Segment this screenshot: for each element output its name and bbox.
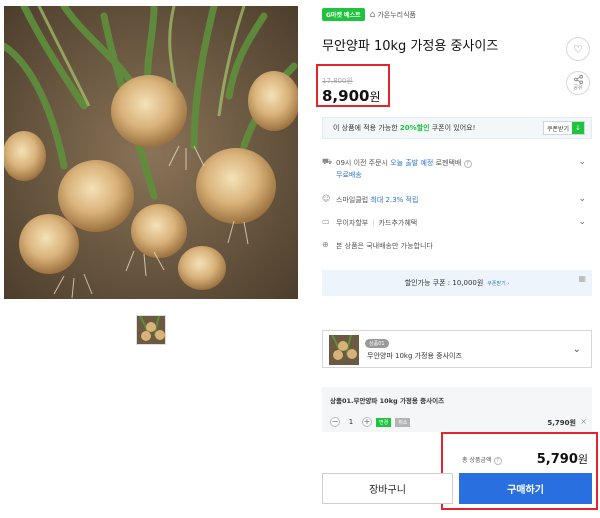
total-label: 총 상품금액? — [462, 455, 502, 465]
total-price-unit: 원 — [577, 453, 588, 466]
smile-icon: ☺ — [322, 194, 331, 203]
delivery-courier: 로젠택배 — [435, 159, 462, 167]
card-benefit-label: 카드추가혜택 — [378, 219, 418, 227]
product-main-image — [4, 6, 298, 299]
total-price-number: 5,790 — [536, 452, 578, 467]
seller-badges: G마켓 베스트 ⌂ 가온누리식품 — [322, 8, 416, 21]
selected-item-price: 5,790원 — [547, 419, 576, 427]
wishlist-button[interactable]: ♡ — [566, 37, 590, 61]
share-label: 공유 — [573, 85, 583, 91]
share-button[interactable]: 공유 — [566, 71, 590, 95]
delivery-highlight: 오늘 출발 예정 — [390, 159, 434, 167]
coupon-highlight: 20%할인 — [399, 124, 430, 132]
option-tag: 상품01 — [365, 339, 389, 348]
available-coupon-text: 할인가능 쿠폰 : 10,000원 — [404, 279, 484, 287]
truck-icon: ⛟ — [322, 157, 333, 166]
domestic-text: 본 상품은 국내배송만 가능합니다 — [336, 242, 433, 250]
coupon-banner-text: 이 상품에 적용 가능한 20%할인 쿠폰이 있어요! — [333, 123, 475, 133]
seller-link[interactable]: ⌂ 가온누리식품 — [370, 10, 416, 20]
option-selector[interactable]: 상품01 무안양파 10kg 가정용 중사이즈 ⌄ — [322, 330, 592, 368]
home-icon: ⌂ — [369, 9, 376, 20]
sale-price-unit: 원 — [369, 90, 381, 104]
chevron-down-icon: ⌄ — [578, 217, 586, 227]
buy-now-button[interactable]: 구매하기 — [459, 473, 592, 504]
grid-icon: ▦ — [578, 274, 586, 283]
installment-label: 무이자할부 — [336, 219, 369, 227]
chevron-down-icon: ⌄ — [578, 194, 586, 204]
free-shipping: 무료배송 — [336, 171, 362, 179]
chevron-down-icon: ⌄ — [578, 157, 586, 167]
available-coupon-box[interactable]: 할인가능 쿠폰 : 10,000원 쿠폰받기 › ▦ — [322, 270, 592, 296]
help-icon[interactable]: ? — [463, 160, 472, 168]
seller-name: 가온누리식품 — [377, 10, 416, 19]
product-title: 무안양파 10kg 가정용 중사이즈 — [322, 39, 499, 54]
change-button[interactable]: 변경 — [376, 417, 392, 427]
selected-item: 상품01.무안양파 10kg 가정용 중사이즈 − 1 + 변경 취소 5,79… — [322, 387, 592, 432]
coupon-download-button[interactable]: 쿠폰받기 ↓ — [542, 121, 585, 135]
option-name: 무안양파 10kg 가정용 중사이즈 — [367, 352, 462, 360]
option-thumbnail — [329, 335, 359, 365]
total-label-text: 총 상품금액 — [462, 457, 492, 464]
product-thumbnail[interactable] — [136, 315, 166, 345]
best-seller-badge: G마켓 베스트 — [322, 8, 365, 21]
chevron-down-icon: ⌄ — [572, 344, 581, 355]
coupon-button-label: 쿠폰받기 — [546, 125, 569, 133]
increase-button[interactable]: + — [362, 417, 372, 427]
card-icon: ▭ — [322, 217, 330, 226]
globe-icon: ⊕ — [322, 240, 329, 249]
remove-icon[interactable]: × — [580, 417, 587, 426]
coupon-text-after: 쿠폰이 있어요! — [429, 124, 476, 132]
decrease-button[interactable]: − — [330, 417, 340, 427]
total-price: 5,790원 — [537, 451, 588, 467]
coupon-text-before: 이 상품에 적용 가능한 — [333, 124, 400, 132]
smile-prefix: 스마일클럽 — [336, 196, 369, 204]
add-to-cart-button[interactable]: 장바구니 — [322, 473, 453, 504]
delivery-info[interactable]: ⛟ 09시 이전 주문시 오늘 출발 예정 로젠택배 ? 무료배송 ⌄ — [322, 157, 592, 181]
smile-club-info[interactable]: ☺ 스마일클럽 최대 2.3% 적립 ⌄ — [322, 194, 592, 206]
quantity-value[interactable]: 1 — [344, 418, 358, 426]
sale-price: 8,900원 — [322, 87, 381, 105]
cancel-button[interactable]: 취소 — [395, 417, 411, 427]
quantity-stepper[interactable]: − 1 + 변경 취소 — [330, 417, 411, 427]
help-icon[interactable]: ? — [493, 457, 502, 465]
heart-icon: ♡ — [573, 42, 583, 56]
delivery-time: 09시 이전 주문시 — [336, 159, 388, 167]
selected-item-name: 상품01.무안양파 10kg 가정용 중사이즈 — [330, 397, 445, 405]
download-icon: ↓ — [572, 122, 584, 134]
domestic-shipping-info: ⊕ 본 상품은 국내배송만 가능합니다 — [322, 240, 592, 252]
sale-price-number: 8,900 — [322, 87, 370, 105]
coupon-banner: 이 상품에 적용 가능한 20%할인 쿠폰이 있어요! 쿠폰받기 ↓ — [322, 117, 592, 139]
card-benefit-info[interactable]: ▭ 무이자할부 | 카드추가혜택 ⌄ — [322, 217, 592, 229]
original-price: 17,800원 — [322, 77, 353, 85]
smile-highlight: 최대 2.3% 적립 — [370, 196, 419, 204]
available-coupon-link[interactable]: 쿠폰받기 › — [487, 280, 509, 287]
